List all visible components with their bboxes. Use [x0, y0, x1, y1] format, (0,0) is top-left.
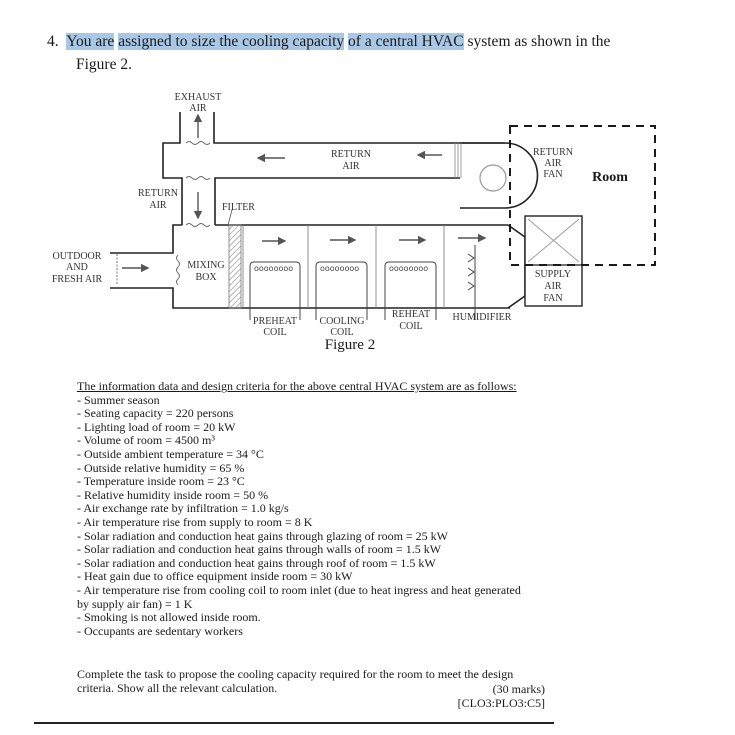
label-return-air-top: RETURN — [331, 149, 371, 160]
label-return-fan-3: FAN — [543, 169, 562, 180]
label-cooling: COOLING — [320, 316, 365, 327]
exhaust-duct-right — [213, 112, 505, 144]
criteria-item: - Solar radiation and conduction heat ga… — [77, 528, 449, 543]
label-room: Room — [592, 170, 628, 185]
criteria-item: - Air exchange rate by infiltration = 1.… — [77, 501, 289, 516]
criteria-item: - Outside relative humidity = 65 % — [77, 460, 245, 475]
criteria-item: - Solar radiation and conduction heat ga… — [77, 555, 436, 570]
criteria-item: - Solar radiation and conduction heat ga… — [77, 542, 442, 557]
outdoor-inlet — [110, 224, 182, 254]
label-humidifier: HUMIDIFIER — [453, 312, 512, 323]
return-damper — [454, 143, 462, 178]
outdoor-inlet-bottom — [110, 287, 510, 309]
criteria-item: - Lighting load of room = 20 kW — [77, 419, 236, 434]
design-criteria: The information data and design criteria… — [77, 379, 521, 639]
criteria-item: - Summer season — [77, 392, 160, 407]
svg-text:oooooooo: oooooooo — [254, 264, 293, 273]
criteria-item: - Volume of room = 4500 m³ — [77, 433, 215, 448]
filter-icon — [228, 224, 242, 309]
learning-outcomes: [CLO3:PLO3:C5] — [457, 696, 545, 710]
label-outdoor-3: FRESH AIR — [52, 274, 103, 285]
criteria-item: - Air temperature rise from supply to ro… — [77, 514, 313, 529]
label-outdoor: OUTDOOR — [53, 251, 102, 262]
hvac-diagram: oooooooo oooooooo oooooooo EXHAUST AIR R… — [52, 92, 656, 353]
label-mixing-2: BOX — [195, 272, 217, 283]
criteria-item: - Air temperature rise from cooling coil… — [77, 582, 521, 597]
marks-block: (30 marks) [CLO3:PLO3:C5] — [458, 682, 545, 710]
label-exhaust: EXHAUST — [175, 92, 222, 103]
label-outdoor-2: AND — [66, 262, 88, 273]
criteria-item: - Occupants are sedentary workers — [77, 623, 243, 638]
criteria-list: - Summer season - Seating capacity = 220… — [77, 392, 521, 639]
label-exhaust-2: AIR — [189, 103, 207, 114]
divider-line — [34, 722, 554, 724]
criteria-item: - Outside ambient temperature = 34 °C — [77, 446, 264, 461]
label-reheat-2: COIL — [399, 321, 422, 332]
label-preheat-2: COIL — [263, 327, 286, 338]
label-return-fan-2: AIR — [544, 158, 562, 169]
label-return-fan: RETURN — [533, 147, 573, 158]
label-reheat: REHEAT — [392, 309, 430, 320]
label-supply-fan-2: AIR — [544, 281, 562, 292]
criteria-item: - Seating capacity = 220 persons — [77, 406, 234, 421]
label-supply-fan-3: FAN — [543, 293, 562, 304]
figure-caption: Figure 2 — [325, 337, 375, 353]
criteria-item: - Relative humidity inside room = 50 % — [77, 487, 269, 502]
label-return-air-top-2: AIR — [342, 161, 360, 172]
criteria-item: - Temperature inside room = 23 °C — [77, 474, 245, 489]
svg-text:oooooooo: oooooooo — [320, 264, 359, 273]
criteria-item: - Heat gain due to office equipment insi… — [77, 569, 353, 584]
svg-text:oooooooo: oooooooo — [389, 264, 428, 273]
label-preheat: PREHEAT — [253, 316, 297, 327]
return-fan-housing — [460, 142, 539, 209]
ahu-taper — [507, 224, 526, 309]
label-filter: FILTER — [222, 202, 255, 213]
return-fan-icon — [479, 164, 507, 192]
criteria-heading: The information data and design criteria… — [77, 379, 517, 393]
label-supply-fan: SUPPLY — [535, 269, 571, 280]
marks: (30 marks) — [492, 682, 545, 696]
criteria-item: by supply air fan) = 1 K — [77, 596, 193, 611]
criteria-item: - Smoking is not allowed inside room. — [77, 610, 261, 625]
label-return-air-left-2: AIR — [149, 200, 167, 211]
label-return-air-left: RETURN — [138, 188, 178, 199]
label-mixing: MIXING — [187, 260, 224, 271]
